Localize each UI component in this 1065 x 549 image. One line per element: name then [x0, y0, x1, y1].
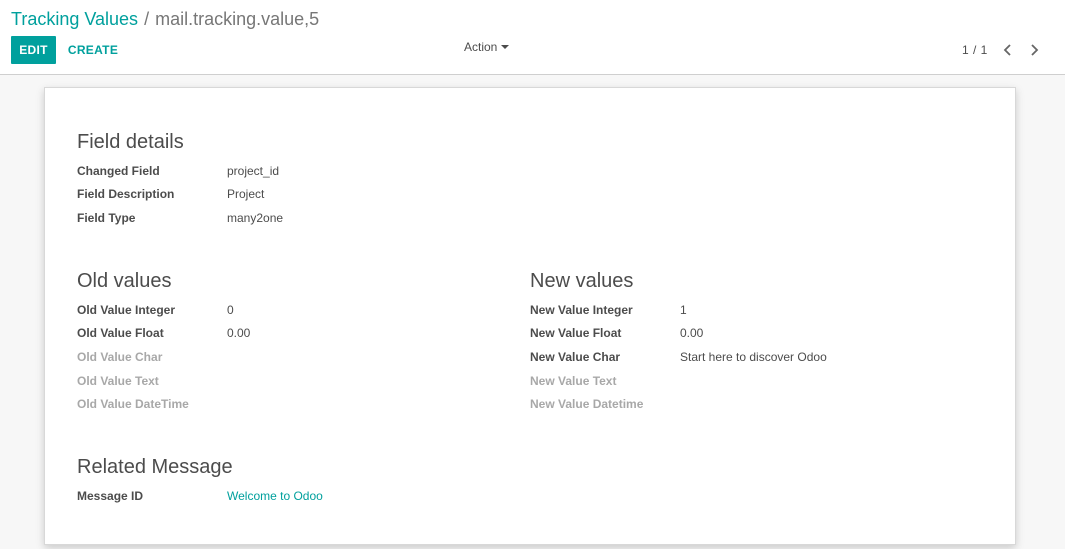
- chevron-left-icon: [1003, 44, 1011, 56]
- pager-next-button[interactable]: [1024, 40, 1044, 60]
- old-value-integer-value: 0: [227, 303, 234, 317]
- old-value-float-value: 0.00: [227, 326, 251, 340]
- new-value-text-label: New Value Text: [530, 374, 617, 388]
- old-value-text-label: Old Value Text: [77, 374, 159, 388]
- new-value-float-label: New Value Float: [530, 326, 622, 340]
- edit-button[interactable]: EDIT: [11, 36, 56, 64]
- new-value-char-value: Start here to discover Odoo: [680, 350, 827, 364]
- old-value-float-label: Old Value Float: [77, 326, 164, 340]
- field-type-label: Field Type: [77, 211, 136, 225]
- new-value-float-value: 0.00: [680, 326, 704, 340]
- field-type-value: many2one: [227, 211, 284, 225]
- new-value-char-label: New Value Char: [530, 350, 621, 364]
- old-value-char-label: Old Value Char: [77, 350, 163, 364]
- new-value-integer-label: New Value Integer: [530, 303, 633, 317]
- new-value-datetime-label: New Value Datetime: [530, 397, 644, 411]
- changed-field-label: Changed Field: [77, 164, 160, 178]
- pager-previous-button[interactable]: [998, 40, 1018, 60]
- breadcrumb: Tracking Values / mail.tracking.value,5: [11, 8, 319, 30]
- field-description-value: Project: [227, 187, 265, 201]
- breadcrumb-parent-link[interactable]: Tracking Values: [11, 9, 138, 29]
- form-sheet: Field details Changed Field project_id F…: [44, 87, 1016, 545]
- old-values-title: Old values: [77, 270, 172, 292]
- breadcrumb-current: mail.tracking.value,5: [155, 9, 320, 29]
- old-value-integer-label: Old Value Integer: [77, 303, 176, 317]
- pager-value[interactable]: 1 / 1: [962, 43, 988, 57]
- control-panel: Tracking Values / mail.tracking.value,5 ED…: [0, 0, 1065, 75]
- old-value-datetime-label: Old Value DateTime: [77, 397, 189, 411]
- message-id-link[interactable]: Welcome to Odoo: [227, 488, 323, 504]
- message-id-label: Message ID: [77, 489, 144, 503]
- caret-down-icon: [501, 45, 510, 49]
- related-message-title: Related Message: [77, 456, 233, 478]
- field-details-title: Field details: [77, 131, 184, 153]
- field-description-label: Field Description: [77, 187, 175, 201]
- breadcrumb-separator: /: [144, 9, 150, 29]
- action-dropdown[interactable]: Action: [464, 40, 510, 54]
- new-value-integer-value: 1: [680, 303, 687, 317]
- new-values-title: New values: [530, 270, 634, 292]
- create-button[interactable]: CREATE: [64, 36, 122, 64]
- content-area: Field details Changed Field project_id F…: [0, 75, 1065, 549]
- changed-field-value: project_id: [227, 164, 280, 178]
- action-dropdown-label: Action: [464, 40, 498, 54]
- chevron-right-icon: [1031, 44, 1039, 56]
